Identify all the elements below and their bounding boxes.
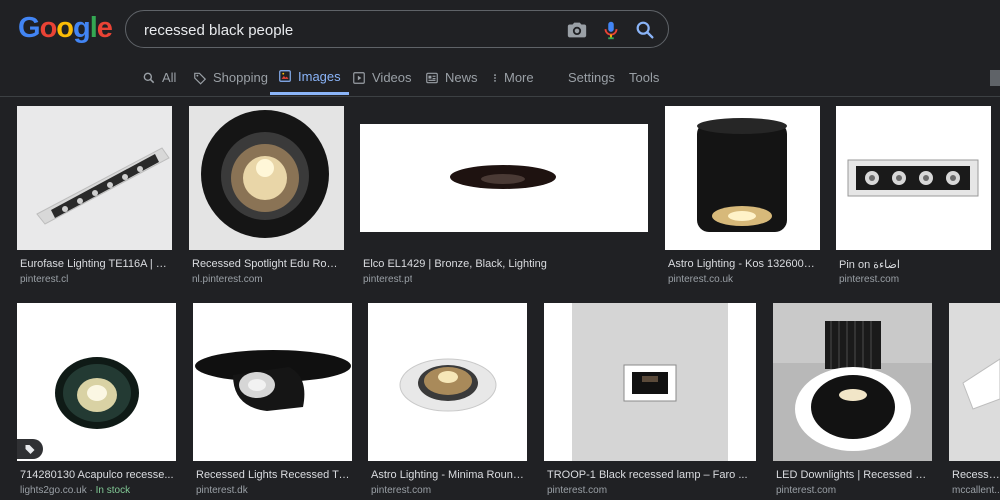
result-thumbnail	[189, 106, 344, 250]
result-title: Recessed	[952, 469, 1000, 481]
result-thumbnail	[949, 303, 1000, 461]
result-thumbnail	[665, 106, 820, 250]
tab-label: All	[162, 70, 177, 85]
image-result[interactable]: Recessed Spotlight Edu Roun... nl.pinter…	[189, 106, 344, 286]
result-title: 714280130 Acapulco recesse...	[20, 469, 174, 481]
result-source: pinterest.co.uk	[668, 274, 734, 285]
result-title: Eurofase Lighting TE116A | Li...	[20, 258, 170, 270]
settings-link[interactable]: Settings	[568, 60, 615, 95]
result-source: pinterest.com	[839, 274, 900, 285]
result-source: pinterest.pt	[363, 274, 413, 285]
result-thumbnail	[360, 124, 648, 232]
tab-label: News	[445, 70, 478, 85]
result-thumbnail	[17, 106, 172, 250]
microphone-icon[interactable]	[600, 19, 622, 41]
news-icon	[426, 72, 438, 83]
result-title: Recessed Spotlight Edu Roun...	[192, 258, 342, 270]
result-source: mccallent...	[952, 485, 1000, 496]
more-vert-icon	[494, 73, 496, 82]
search-input[interactable]	[142, 19, 546, 41]
image-result[interactable]: TROOP-1 Black recessed lamp – Faro ... p…	[544, 303, 756, 500]
tab-news[interactable]: News	[425, 60, 478, 95]
play-icon	[353, 71, 365, 84]
tab-label: Settings	[568, 70, 615, 85]
bookmark-icon[interactable]	[990, 70, 1000, 86]
result-title: Pin on اضاءة	[839, 259, 900, 271]
result-source: lights2go.co.uk · In stock	[20, 485, 131, 496]
image-result[interactable]: Astro Lighting - Kos 1326004 ... pintere…	[665, 106, 820, 286]
tab-videos[interactable]: Videos	[352, 60, 412, 95]
result-thumbnail	[368, 303, 527, 461]
result-title: Recessed Lights Recessed Tri...	[196, 469, 350, 481]
result-source: pinterest.cl	[20, 274, 69, 285]
result-thumbnail	[544, 303, 756, 461]
tab-all[interactable]: All	[142, 60, 176, 95]
image-result[interactable]: Astro Lighting - Minima Round... pintere…	[368, 303, 527, 500]
image-result[interactable]: Recessed mccallent...	[949, 303, 1000, 500]
tab-label: More	[504, 70, 534, 85]
result-title: LED Downlights | Recessed LE...	[776, 469, 930, 481]
result-source: pinterest.com	[371, 485, 432, 496]
tab-label: Shopping	[213, 70, 268, 85]
result-thumbnail	[773, 303, 932, 461]
result-source: nl.pinterest.com	[192, 274, 263, 285]
result-thumbnail	[193, 303, 352, 461]
images-icon	[279, 70, 291, 82]
image-result[interactable]: LED Downlights | Recessed LE... pinteres…	[773, 303, 932, 500]
search-icon	[143, 72, 155, 83]
tab-label: Images	[298, 68, 341, 84]
result-title: Astro Lighting - Minima Round...	[371, 469, 525, 481]
result-source: pinterest.com	[776, 485, 837, 496]
camera-icon[interactable]	[566, 19, 588, 41]
result-thumbnail	[836, 106, 991, 250]
image-result[interactable]: Eurofase Lighting TE116A | Li... pintere…	[17, 106, 172, 286]
image-result[interactable]: Recessed Lights Recessed Tri... pinteres…	[193, 303, 352, 500]
result-source: pinterest.dk	[196, 485, 248, 496]
result-title: Astro Lighting - Kos 1326004 ...	[668, 258, 818, 270]
image-result[interactable]: Elco EL1429 | Bronze, Black, Lighting pi…	[360, 106, 648, 286]
result-thumbnail	[17, 303, 176, 461]
tab-label: Videos	[372, 70, 412, 85]
tab-label: Tools	[629, 70, 660, 85]
google-logo[interactable]: Google	[18, 12, 113, 45]
tab-images[interactable]: Images	[270, 60, 349, 95]
image-result[interactable]: 714280130 Acapulco recesse... lights2go.…	[17, 303, 176, 500]
result-title: Elco EL1429 | Bronze, Black, Lighting	[363, 258, 547, 270]
result-title: TROOP-1 Black recessed lamp – Faro ...	[547, 469, 748, 481]
search-box[interactable]	[125, 10, 669, 48]
tag-icon	[194, 72, 207, 85]
search-icon[interactable]	[634, 19, 656, 41]
search-tabs: All Shopping Images Videos News More Set…	[0, 60, 1000, 97]
in-stock-label: In stock	[95, 485, 131, 496]
image-result[interactable]: Pin on اضاءة pinterest.com	[836, 106, 991, 286]
result-source-site: lights2go.co.uk	[20, 485, 87, 496]
tab-more[interactable]: More	[490, 60, 534, 95]
shopping-tag-icon	[17, 439, 43, 459]
result-source: pinterest.com	[547, 485, 608, 496]
tab-shopping[interactable]: Shopping	[193, 60, 268, 95]
tools-link[interactable]: Tools	[629, 60, 659, 95]
